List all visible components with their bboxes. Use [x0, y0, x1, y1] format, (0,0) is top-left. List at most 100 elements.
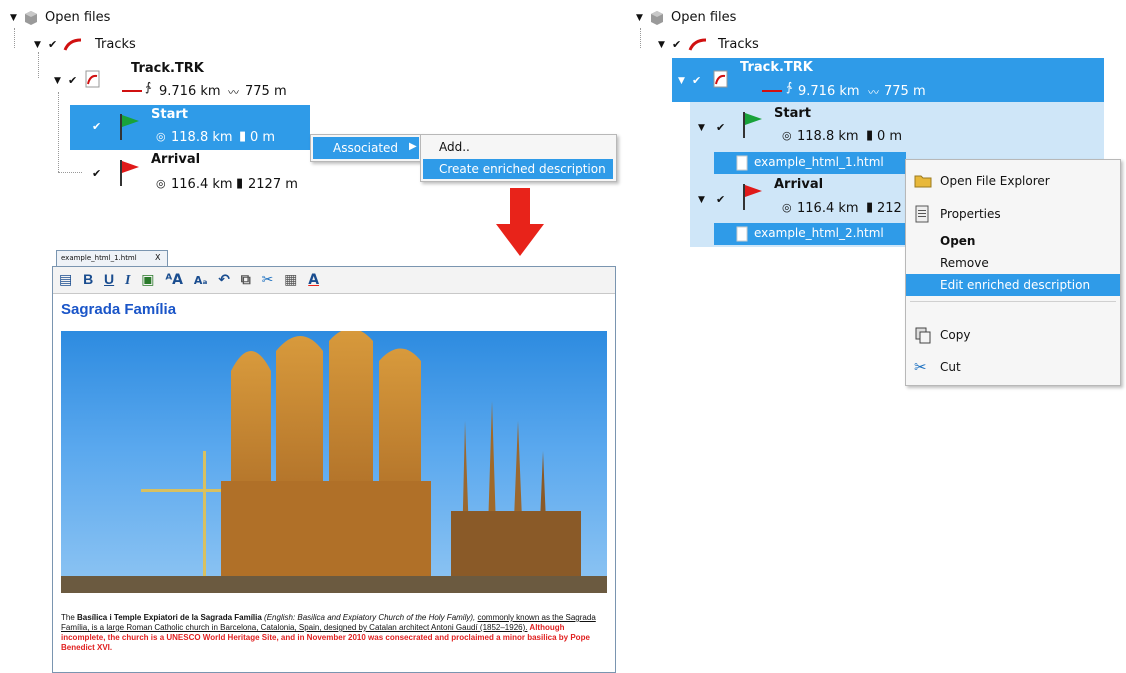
- track-name[interactable]: Track.TRK: [131, 61, 204, 76]
- start-distance: 118.8 km: [171, 130, 233, 145]
- red-flag-icon: [740, 182, 764, 215]
- properties-item[interactable]: Properties: [906, 203, 1120, 225]
- tab-close-icon[interactable]: X: [155, 253, 160, 262]
- track-checkbox-icon[interactable]: ✔: [692, 74, 701, 87]
- para-bold: Basílica i Temple Expiatori de la Sagrad…: [77, 613, 262, 622]
- expand-track-icon[interactable]: ▼: [678, 76, 685, 86]
- open-item[interactable]: Open: [906, 230, 1120, 252]
- start-checkbox-icon[interactable]: ✔: [716, 121, 725, 134]
- underline-icon[interactable]: U: [104, 271, 114, 287]
- open-file-explorer-item[interactable]: Open File Explorer: [906, 170, 1120, 192]
- html-file-icon: [736, 155, 748, 174]
- arrival-elevation: 2127 m: [248, 177, 298, 192]
- arrival-distance: 116.4 km: [171, 177, 233, 192]
- file-2-name[interactable]: example_html_2.html: [754, 226, 884, 240]
- context-menu: Open File Explorer Properties Open Remov…: [905, 159, 1121, 386]
- add-label: Add..: [439, 140, 470, 154]
- expand-open-files-icon[interactable]: ▼: [636, 13, 643, 23]
- file-1-name[interactable]: example_html_1.html: [754, 155, 884, 169]
- undo-icon[interactable]: ↶: [218, 272, 230, 288]
- arrival-checkbox-icon[interactable]: ✔: [716, 193, 725, 206]
- arrival-checkbox-icon[interactable]: ✔: [92, 167, 101, 180]
- copy-icon[interactable]: ⧉: [241, 272, 251, 288]
- insert-image-icon[interactable]: ▣: [141, 272, 154, 288]
- cut-label: Cut: [940, 360, 961, 374]
- menu-separator: [910, 301, 1116, 302]
- open-file-explorer-label: Open File Explorer: [940, 174, 1050, 188]
- add-menu-item[interactable]: Add..: [423, 137, 613, 157]
- tracks-checkbox-icon[interactable]: ✔: [48, 38, 57, 51]
- arrival-elevation: 212: [877, 201, 902, 216]
- create-enriched-description-item[interactable]: Create enriched description: [423, 159, 613, 179]
- start-elevation: 0 m: [877, 129, 903, 144]
- page-heading: Sagrada Família: [61, 301, 177, 318]
- distance-circle-icon: ◎: [156, 130, 166, 143]
- decrease-font-icon[interactable]: Aₐ: [194, 274, 208, 287]
- open-files-label[interactable]: Open files: [671, 10, 736, 25]
- green-flag-icon: [740, 110, 764, 143]
- tracks-label[interactable]: Tracks: [95, 37, 136, 52]
- openfiles-icon: [649, 10, 665, 29]
- copy-icon: [914, 326, 932, 351]
- tracks-icon: [63, 37, 85, 54]
- associated-menu: Associated ▶: [310, 134, 422, 162]
- arrival-name[interactable]: Arrival: [151, 152, 200, 167]
- html-file-icon: [736, 226, 748, 245]
- scissors-icon: ✂: [914, 358, 927, 376]
- green-flag-icon: [117, 112, 141, 145]
- bold-icon[interactable]: B: [83, 271, 93, 287]
- expand-arrival-icon[interactable]: ▼: [698, 195, 705, 205]
- paste-icon[interactable]: ▤: [59, 272, 72, 288]
- openfiles-icon: [23, 10, 39, 29]
- start-checkbox-icon[interactable]: ✔: [92, 120, 101, 133]
- copy-label: Copy: [940, 328, 971, 342]
- expand-tracks-icon[interactable]: ▼: [34, 40, 41, 50]
- remove-label: Remove: [940, 256, 989, 270]
- italic-icon[interactable]: I: [125, 273, 130, 289]
- properties-icon: [914, 205, 930, 230]
- expand-track-icon[interactable]: ▼: [54, 76, 61, 86]
- start-distance: 118.8 km: [797, 129, 859, 144]
- start-name[interactable]: Start: [774, 106, 811, 121]
- distance-circle-icon: ◎: [782, 201, 792, 214]
- down-arrow-icon: [496, 188, 546, 261]
- track-checkbox-icon[interactable]: ✔: [68, 74, 77, 87]
- expand-start-icon[interactable]: ▼: [698, 123, 705, 133]
- description-paragraph: The Basílica i Temple Expiatori de la Sa…: [61, 613, 607, 653]
- track-color-line: [122, 90, 142, 92]
- arrival-name[interactable]: Arrival: [774, 177, 823, 192]
- remove-item[interactable]: Remove: [906, 252, 1120, 274]
- associated-menu-item[interactable]: Associated ▶: [313, 137, 419, 159]
- elevation-bar-icon: ▮: [239, 129, 247, 144]
- edit-enriched-description-item[interactable]: Edit enriched description: [906, 274, 1120, 296]
- tracks-checkbox-icon[interactable]: ✔: [672, 38, 681, 51]
- open-files-label[interactable]: Open files: [45, 10, 110, 25]
- track-name[interactable]: Track.TRK: [740, 60, 813, 75]
- distance-circle-icon: ◎: [782, 129, 792, 142]
- create-enriched-label: Create enriched description: [439, 162, 606, 176]
- distance-icon: ∱: [145, 80, 152, 94]
- elevation-bar-icon: ▮: [866, 128, 874, 143]
- paste-special-icon[interactable]: ▦: [284, 272, 297, 288]
- increase-font-icon[interactable]: ᴬA: [165, 272, 183, 288]
- html-editor: ▤ B U I ▣ ᴬA Aₐ ↶ ⧉ ✂ ▦ A Sagrada Famíli…: [52, 266, 616, 673]
- expand-open-files-icon[interactable]: ▼: [10, 13, 17, 23]
- para-italic: (English: Basilica and Expiatory Church …: [261, 613, 476, 622]
- font-color-icon[interactable]: A: [308, 272, 319, 288]
- edit-enriched-label: Edit enriched description: [940, 278, 1091, 292]
- cut-icon[interactable]: ✂: [262, 272, 274, 288]
- editor-tab[interactable]: example_html_1.html X: [56, 250, 168, 267]
- tracks-icon: [688, 37, 710, 54]
- track-file-icon: [712, 70, 730, 91]
- start-name[interactable]: Start: [151, 107, 188, 122]
- red-flag-icon: [117, 158, 141, 191]
- expand-tracks-icon[interactable]: ▼: [658, 40, 665, 50]
- copy-item[interactable]: Copy: [906, 324, 1120, 346]
- editor-toolbar: ▤ B U I ▣ ᴬA Aₐ ↶ ⧉ ✂ ▦ A: [53, 267, 615, 294]
- properties-label: Properties: [940, 207, 1001, 221]
- cut-item[interactable]: ✂ Cut: [906, 356, 1120, 378]
- track-elevation: 775 m: [245, 84, 287, 99]
- track-elevation: 775 m: [884, 84, 926, 99]
- elevation-icon: 〰: [228, 86, 239, 99]
- tracks-label[interactable]: Tracks: [718, 37, 759, 52]
